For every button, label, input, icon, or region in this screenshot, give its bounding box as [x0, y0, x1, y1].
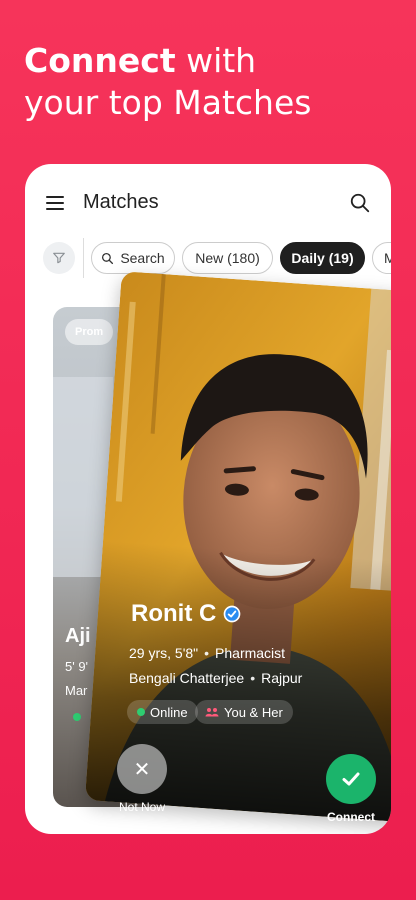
headline-rest: with [175, 41, 257, 80]
search-pill[interactable]: Search [91, 242, 175, 274]
online-status-chip: Online [127, 700, 198, 724]
tab-more[interactable]: M [372, 242, 391, 274]
back-card-height: 5' 9' [65, 659, 89, 674]
tab-new[interactable]: New (180) [182, 242, 273, 274]
search-pill-icon [102, 252, 114, 264]
filter-button[interactable] [43, 242, 75, 274]
search-pill-label: Search [120, 250, 165, 266]
separator-dot: • [250, 670, 256, 686]
promo-headline: Connect with your top Matches [24, 40, 311, 124]
profile-line-1: 29 yrs, 5'8" • Pharmacist [129, 645, 285, 661]
search-icon[interactable] [349, 192, 371, 214]
promoted-badge: Prom [65, 319, 114, 345]
location: Rajpur [261, 670, 303, 686]
profile-line-2: Bengali Chatterjee • Rajpur [129, 670, 302, 686]
name-row: Ronit C [131, 600, 242, 628]
connect-button[interactable] [326, 754, 376, 804]
phone-screen: Matches Search New (180) Daily (19) M Pr… [25, 164, 391, 834]
tab-daily[interactable]: Daily (19) [280, 242, 365, 274]
headline-bold: Connect [24, 41, 176, 80]
filter-bar: Search New (180) Daily (19) M [25, 238, 391, 278]
mutual-tag: You & Her [224, 704, 283, 720]
back-card-name: Aji [65, 625, 91, 647]
app-bar: Matches [25, 164, 391, 240]
community: Bengali Chatterjee [129, 670, 245, 686]
menu-icon[interactable] [46, 196, 64, 210]
age-height: 29 yrs, 5'8" [129, 645, 199, 661]
check-icon [342, 772, 360, 786]
connect-action[interactable]: Connect [323, 754, 379, 824]
profession: Pharmacist [215, 645, 286, 661]
filter-divider [83, 238, 84, 278]
online-dot-icon [137, 708, 145, 716]
profile-card[interactable]: A Ronit C 29 yrs, 5'8"•Pharmacist [84, 271, 391, 823]
verified-badge-icon [223, 605, 241, 623]
connect-label: Connect [327, 810, 375, 824]
headline-line2: your top Matches [24, 83, 312, 122]
profile-details: A Ronit C 29 yrs, 5'8"•Pharmacist [103, 282, 391, 812]
filter-icon [53, 252, 65, 264]
online-status: Online [150, 704, 188, 720]
separator-dot: • [204, 645, 210, 661]
profile-name: Ronit C [131, 600, 217, 627]
mutual-tag-chip: You & Her [195, 700, 293, 724]
not-now-action[interactable]: ✕ Not Now [117, 744, 167, 814]
close-icon[interactable]: ✕ [117, 744, 167, 794]
back-card-community: Mar [65, 683, 88, 698]
people-icon [205, 708, 219, 717]
online-dot [73, 713, 81, 721]
not-now-label: Not Now [118, 800, 165, 814]
page-title: Matches [83, 191, 159, 213]
